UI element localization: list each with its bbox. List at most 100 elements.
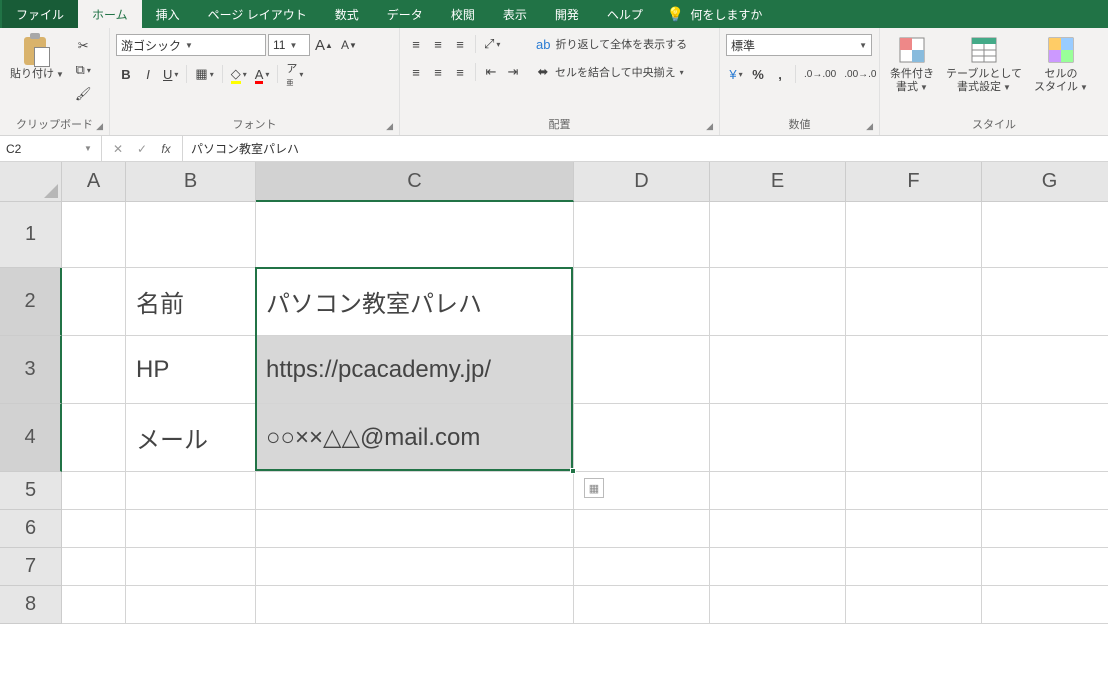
quick-analysis-button[interactable]: ▦ [584, 478, 604, 498]
shrink-font-button[interactable]: A▼ [338, 35, 360, 55]
col-header-G[interactable]: G [982, 162, 1108, 202]
cut-button[interactable]: ✂ [72, 36, 95, 56]
font-name-combo[interactable]: 游ゴシック▼ [116, 34, 266, 56]
cell-E3[interactable] [710, 336, 846, 404]
align-left-button[interactable]: ≡ [406, 62, 426, 82]
cell-C4[interactable]: ○○××△△@mail.com [256, 404, 574, 472]
cell-G1[interactable] [982, 202, 1108, 268]
fx-button[interactable]: fx [154, 142, 178, 156]
tab-insert[interactable]: 挿入 [142, 0, 194, 28]
tab-developer[interactable]: 開発 [541, 0, 593, 28]
row-header-4[interactable]: 4 [0, 404, 62, 472]
decrease-indent-button[interactable]: ⇤ [481, 62, 501, 82]
underline-button[interactable]: U▾ [160, 64, 181, 84]
cell-D2[interactable] [574, 268, 710, 336]
cell-A1[interactable] [62, 202, 126, 268]
cell-B6[interactable] [126, 510, 256, 548]
tab-view[interactable]: 表示 [489, 0, 541, 28]
cell-B8[interactable] [126, 586, 256, 624]
grow-font-button[interactable]: A▲ [312, 35, 336, 55]
cell-E8[interactable] [710, 586, 846, 624]
clipboard-launcher[interactable]: ◢ [96, 121, 103, 132]
formula-input[interactable] [183, 136, 1108, 161]
cell-C5[interactable] [256, 472, 574, 510]
cell-B3[interactable]: HP [126, 336, 256, 404]
cell-E2[interactable] [710, 268, 846, 336]
row-header-6[interactable]: 6 [0, 510, 62, 548]
cell-F1[interactable] [846, 202, 982, 268]
merge-center-button[interactable]: ⬌ セルを結合して中央揃え▾ [533, 62, 687, 82]
currency-button[interactable]: ¥▾ [726, 64, 746, 84]
cell-G2[interactable] [982, 268, 1108, 336]
number-format-combo[interactable]: 標準▼ [726, 34, 872, 56]
cell-G4[interactable] [982, 404, 1108, 472]
cell-F5[interactable] [846, 472, 982, 510]
increase-indent-button[interactable]: ⇥ [503, 62, 523, 82]
alignment-launcher[interactable]: ◢ [706, 121, 713, 132]
align-middle-button[interactable]: ≡ [428, 34, 448, 54]
cell-A8[interactable] [62, 586, 126, 624]
select-all-corner[interactable] [0, 162, 62, 202]
font-color-button[interactable]: A▾ [252, 64, 273, 84]
cancel-formula-button[interactable]: ✕ [106, 142, 130, 156]
fill-handle[interactable] [570, 468, 576, 474]
cell-D7[interactable] [574, 548, 710, 586]
cell-B5[interactable] [126, 472, 256, 510]
align-right-button[interactable]: ≡ [450, 62, 470, 82]
cell-B2[interactable]: 名前 [126, 268, 256, 336]
format-as-table-button[interactable]: テーブルとして 書式設定▼ [942, 32, 1026, 96]
tab-formulas[interactable]: 数式 [321, 0, 373, 28]
cell-E5[interactable] [710, 472, 846, 510]
cell-E7[interactable] [710, 548, 846, 586]
orientation-button[interactable]: ⤢▾ [481, 34, 503, 54]
cell-B7[interactable] [126, 548, 256, 586]
cell-D3[interactable] [574, 336, 710, 404]
align-center-button[interactable]: ≡ [428, 62, 448, 82]
cell-C8[interactable] [256, 586, 574, 624]
col-header-A[interactable]: A [62, 162, 126, 202]
tab-help[interactable]: ヘルプ [593, 0, 657, 28]
align-top-button[interactable]: ≡ [406, 34, 426, 54]
tab-file[interactable]: ファイル [2, 0, 78, 28]
cell-A6[interactable] [62, 510, 126, 548]
col-header-C[interactable]: C [256, 162, 574, 202]
cell-A5[interactable] [62, 472, 126, 510]
cell-B4[interactable]: メール [126, 404, 256, 472]
cell-A3[interactable] [62, 336, 126, 404]
cell-F6[interactable] [846, 510, 982, 548]
tell-me-search[interactable]: 💡 何をしますか [657, 0, 772, 28]
accept-formula-button[interactable]: ✓ [130, 142, 154, 156]
cell-C2[interactable]: パソコン教室パレハ [256, 268, 574, 336]
decrease-decimal-button[interactable]: .00→.0 [841, 64, 879, 84]
cell-E6[interactable] [710, 510, 846, 548]
cell-E1[interactable] [710, 202, 846, 268]
wrap-text-button[interactable]: ab 折り返して全体を表示する [533, 34, 687, 54]
tab-data[interactable]: データ [373, 0, 437, 28]
borders-button[interactable]: ▦▾ [192, 64, 216, 84]
percent-button[interactable]: % [748, 64, 768, 84]
cell-C6[interactable] [256, 510, 574, 548]
cell-A7[interactable] [62, 548, 126, 586]
cell-G3[interactable] [982, 336, 1108, 404]
bold-button[interactable]: B [116, 64, 136, 84]
cell-C7[interactable] [256, 548, 574, 586]
cell-F8[interactable] [846, 586, 982, 624]
fill-color-button[interactable]: ◇▾ [228, 64, 250, 84]
format-painter-button[interactable]: 🖌 [72, 84, 95, 104]
tab-page-layout[interactable]: ページ レイアウト [194, 0, 321, 28]
col-header-D[interactable]: D [574, 162, 710, 202]
cell-C3[interactable]: https://pcacademy.jp/ [256, 336, 574, 404]
row-header-8[interactable]: 8 [0, 586, 62, 624]
copy-button[interactable]: ⧉▾ [72, 60, 95, 80]
cell-B1[interactable] [126, 202, 256, 268]
row-header-5[interactable]: 5 [0, 472, 62, 510]
cell-F4[interactable] [846, 404, 982, 472]
row-header-7[interactable]: 7 [0, 548, 62, 586]
cell-G5[interactable] [982, 472, 1108, 510]
cell-D8[interactable] [574, 586, 710, 624]
col-header-F[interactable]: F [846, 162, 982, 202]
number-launcher[interactable]: ◢ [866, 121, 873, 132]
font-launcher[interactable]: ◢ [386, 121, 393, 132]
cell-F7[interactable] [846, 548, 982, 586]
name-box-dropdown[interactable]: ▼ [80, 144, 96, 153]
